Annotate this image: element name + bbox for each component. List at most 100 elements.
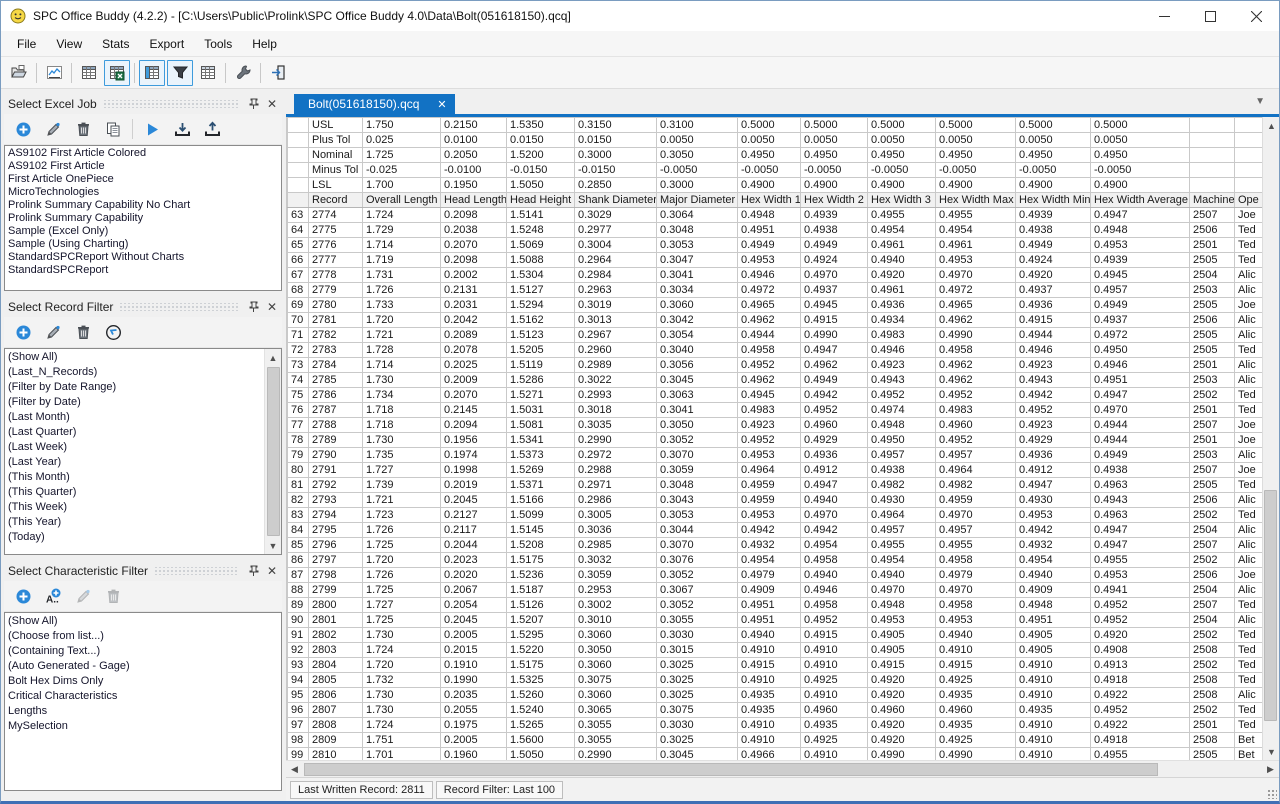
data-cell[interactable]: 0.4944 [1016,328,1091,343]
data-cell[interactable]: 0.4960 [801,418,868,433]
data-cell[interactable]: 0.3064 [657,208,738,223]
data-cell[interactable]: 2507 [1190,463,1235,478]
data-cell[interactable]: 1.5145 [507,523,575,538]
data-cell[interactable]: 0.2005 [441,628,507,643]
data-cell[interactable]: 2501 [1190,403,1235,418]
column-header-cell[interactable]: Ope [1235,193,1266,208]
data-cell[interactable]: 1.724 [363,643,441,658]
data-cell[interactable]: 0.4920 [868,688,936,703]
data-cell[interactable]: 1.730 [363,703,441,718]
record-number-cell[interactable]: 2797 [309,553,363,568]
out-of-spec-cell[interactable]: 0.1910 [441,658,507,673]
data-cell[interactable]: 0.4982 [868,478,936,493]
data-cell[interactable]: Alic [1235,313,1266,328]
data-cell[interactable]: 2505 [1190,253,1235,268]
data-cell[interactable]: Joe [1235,433,1266,448]
record-number-cell[interactable]: 2788 [309,418,363,433]
data-cell[interactable]: 1.729 [363,223,441,238]
data-cell[interactable]: 0.3036 [575,523,657,538]
data-cell[interactable]: 0.4936 [1016,298,1091,313]
data-cell[interactable]: 0.4949 [1091,298,1190,313]
add-auto-button[interactable]: A.. [40,583,66,609]
data-cell[interactable]: 1.727 [363,463,441,478]
stats-chart-button[interactable] [41,60,67,86]
data-cell[interactable]: 0.4922 [1091,718,1190,733]
data-cell[interactable]: Ted [1235,253,1266,268]
data-cell[interactable]: 0.4920 [868,733,936,748]
list-item[interactable]: (This Month) [8,470,264,485]
data-cell[interactable]: Joe [1235,208,1266,223]
data-cell[interactable]: 0.4935 [738,703,801,718]
data-cell[interactable]: 2504 [1190,583,1235,598]
scroll-down-icon[interactable]: ▼ [1263,743,1280,760]
data-cell[interactable]: Ted [1235,238,1266,253]
data-cell[interactable]: 2504 [1190,613,1235,628]
data-cell[interactable]: 1.5271 [507,388,575,403]
data-cell[interactable]: 0.4955 [936,538,1016,553]
add-circle-button[interactable] [10,116,36,142]
data-cell[interactable]: 0.2054 [441,598,507,613]
scroll-left-icon[interactable]: ◀ [286,761,303,778]
data-cell[interactable]: Ted [1235,628,1266,643]
data-cell[interactable]: 2506 [1190,313,1235,328]
data-cell[interactable]: 0.2985 [575,538,657,553]
data-cell[interactable]: 1.725 [363,538,441,553]
data-cell[interactable]: Alic [1235,358,1266,373]
data-cell[interactable]: 0.2019 [441,478,507,493]
record-number-cell[interactable]: 2786 [309,388,363,403]
data-cell[interactable]: 0.4930 [1016,493,1091,508]
list-item[interactable]: (This Quarter) [8,485,264,500]
data-cell[interactable]: 2501 [1190,718,1235,733]
copy-pages-button[interactable] [100,116,126,142]
data-cell[interactable]: 0.1990 [441,673,507,688]
data-cell[interactable]: 2508 [1190,688,1235,703]
data-cell[interactable]: 0.2989 [575,358,657,373]
data-cell[interactable]: 0.3050 [657,418,738,433]
data-cell[interactable]: 0.2971 [575,478,657,493]
scroll-thumb[interactable] [267,367,280,536]
data-cell[interactable]: 0.4941 [1091,583,1190,598]
data-cell[interactable]: 1.730 [363,373,441,388]
data-cell[interactable]: 1.5260 [507,688,575,703]
close-panel-icon[interactable]: ✕ [264,563,280,579]
data-cell[interactable]: Alic [1235,688,1266,703]
tab-close-icon[interactable]: ✕ [437,98,446,111]
data-cell[interactable]: 0.2042 [441,313,507,328]
data-cell[interactable]: 0.4952 [738,358,801,373]
data-cell[interactable]: 0.2045 [441,613,507,628]
data-cell[interactable]: 0.3018 [575,403,657,418]
record-number-cell[interactable]: 2783 [309,343,363,358]
data-cell[interactable]: 0.4970 [936,508,1016,523]
data-cell[interactable]: 0.4950 [1091,343,1190,358]
data-cell[interactable]: 0.2070 [441,238,507,253]
record-filter-scrollbar[interactable]: ▲ ▼ [264,349,281,554]
data-cell[interactable]: 1.739 [363,478,441,493]
data-cell[interactable]: 0.4942 [1016,523,1091,538]
data-cell[interactable]: 1.721 [363,328,441,343]
data-cell[interactable]: 2508 [1190,673,1235,688]
data-cell[interactable]: 0.4979 [936,568,1016,583]
data-cell[interactable]: 0.3076 [657,553,738,568]
record-number-cell[interactable]: 2784 [309,358,363,373]
data-cell[interactable]: 1.719 [363,253,441,268]
record-number-cell[interactable]: 2806 [309,688,363,703]
data-cell[interactable]: 0.4970 [936,583,1016,598]
list-item[interactable]: Critical Characteristics [8,689,281,704]
scroll-right-icon[interactable]: ▶ [1262,761,1279,778]
data-cell[interactable]: 0.4942 [1016,388,1091,403]
data-cell[interactable]: 0.4947 [1091,538,1190,553]
data-cell[interactable]: 0.3019 [575,298,657,313]
data-cell[interactable]: 0.4937 [1016,283,1091,298]
data-cell[interactable]: 0.4910 [801,688,868,703]
data-cell[interactable]: 0.4964 [936,463,1016,478]
record-number-cell[interactable]: 2775 [309,223,363,238]
data-cell[interactable]: 0.4912 [801,463,868,478]
data-cell[interactable]: 0.4952 [801,613,868,628]
resize-grip[interactable] [1267,789,1277,799]
data-cell[interactable]: 0.4955 [868,208,936,223]
data-cell[interactable]: 1.718 [363,418,441,433]
table-horizontal-scrollbar[interactable]: ◀ ▶ [286,760,1279,777]
data-cell[interactable]: 2502 [1190,658,1235,673]
record-number-cell[interactable]: 2779 [309,283,363,298]
pin-icon[interactable] [246,299,262,315]
